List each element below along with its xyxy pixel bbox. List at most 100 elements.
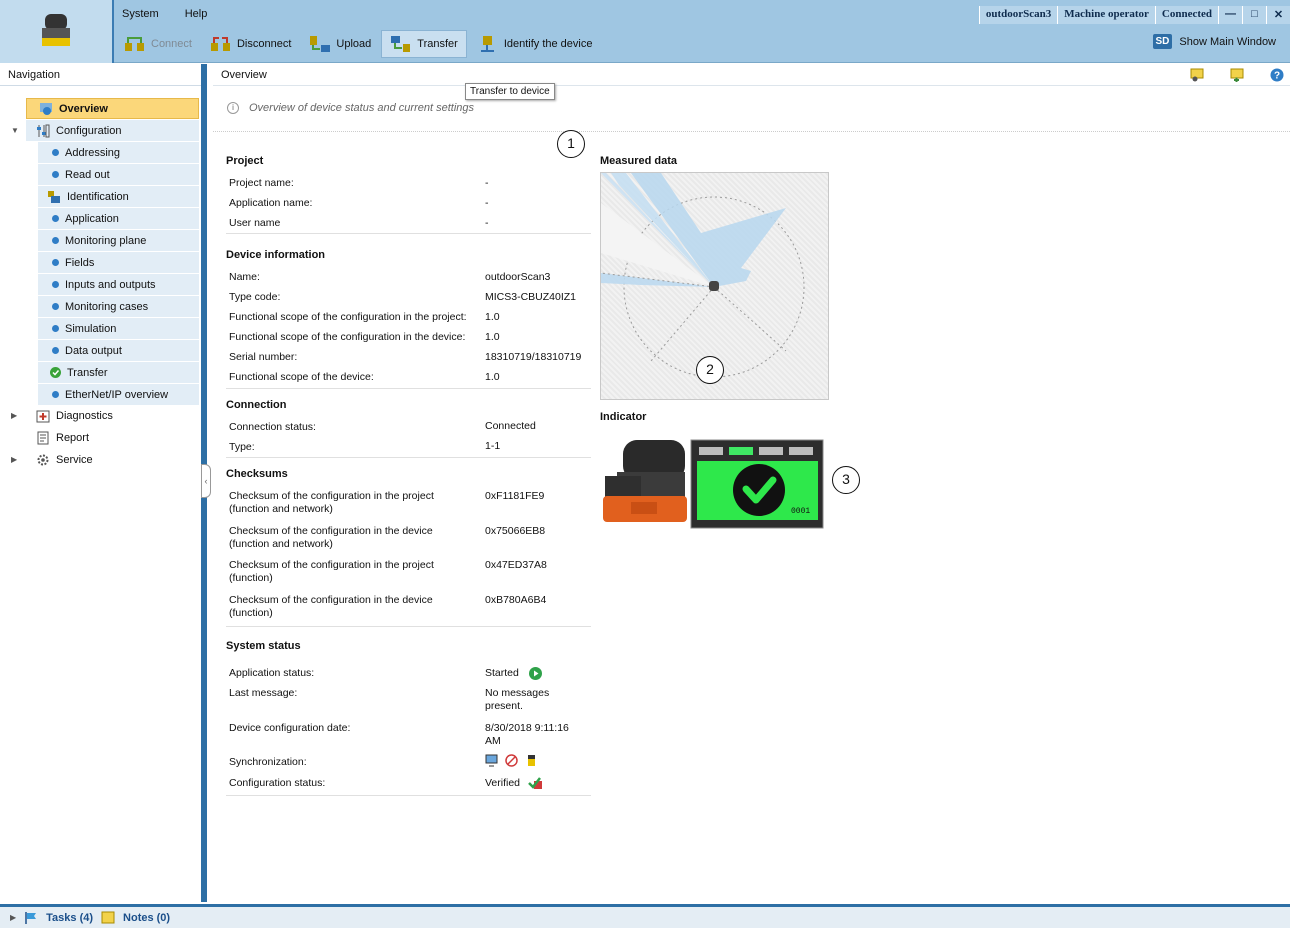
title-bar: System Help Connect Disconnect Upload Tr…	[0, 0, 1290, 63]
application-status-value-group: Started	[485, 667, 595, 680]
connect-button[interactable]: Connect	[116, 30, 200, 58]
nav-item-monitoring-cases[interactable]: Monitoring cases	[38, 296, 199, 317]
measured-data-heading: Measured data	[600, 155, 678, 167]
identify-icon	[480, 36, 494, 52]
disconnect-button[interactable]: Disconnect	[202, 30, 299, 58]
expand-bottom-icon[interactable]: ▶	[10, 913, 16, 922]
nav-label-ethernet-ip-overview: EtherNet/IP overview	[65, 388, 169, 401]
help-icon[interactable]: ?	[1270, 68, 1284, 82]
nav-item-application[interactable]: Application	[38, 208, 199, 229]
show-main-window-button[interactable]: SD Show Main Window	[1152, 34, 1276, 49]
nav-item-fields[interactable]: Fields	[38, 252, 199, 273]
project-name-label: Project name:	[229, 177, 294, 189]
show-main-window-label: Show Main Window	[1179, 35, 1276, 48]
synchronization-icons	[485, 754, 595, 767]
diagnostics-icon	[36, 410, 50, 422]
nav-label-inputs-and-outputs: Inputs and outputs	[65, 278, 156, 291]
computer-icon	[485, 754, 498, 767]
config-date-label: Device configuration date:	[229, 722, 351, 734]
nav-item-report[interactable]: Report	[26, 427, 199, 448]
last-message-value: No messages present.	[485, 687, 550, 712]
overview-icon	[40, 102, 52, 115]
device-name-value: outdoorScan3	[485, 271, 551, 283]
close-button[interactable]: ✕	[1266, 6, 1290, 24]
transfer-button[interactable]: Transfer	[381, 30, 467, 58]
identify-device-button[interactable]: Identify the device	[469, 30, 601, 58]
project-name-value: -	[485, 177, 489, 189]
nav-item-simulation[interactable]: Simulation	[38, 318, 199, 339]
checksum-project-fn-net-value: 0xF1181FE9	[485, 490, 545, 502]
configuration-status-label: Configuration status:	[229, 777, 326, 789]
step-dot-icon	[52, 171, 59, 178]
nav-label-identification: Identification	[67, 190, 129, 203]
info-icon: i	[227, 102, 239, 114]
nav-label-monitoring-cases: Monitoring cases	[65, 300, 149, 313]
serial-number-value: 18310719/18310719	[485, 351, 582, 363]
nav-item-configuration[interactable]: Configuration	[26, 120, 199, 141]
collapse-navigation-handle[interactable]: ‹	[201, 464, 211, 498]
device-name-label: Name:	[229, 271, 260, 283]
transfer-icon	[391, 36, 411, 52]
nav-label-overview: Overview	[59, 102, 108, 115]
nav-label-configuration: Configuration	[56, 124, 122, 137]
nav-item-data-output[interactable]: Data output	[38, 340, 199, 361]
configuration-status-value-group: Verified	[485, 776, 595, 790]
divider	[226, 795, 591, 796]
expand-diagnostics-icon[interactable]: ▶	[11, 411, 17, 420]
minimize-button[interactable]: —	[1218, 6, 1242, 24]
divider	[226, 626, 591, 627]
project-heading: Project	[226, 155, 264, 167]
nav-item-ethernet-ip-overview[interactable]: EtherNet/IP overview	[38, 384, 199, 405]
divider	[226, 233, 591, 234]
application-name-label: Application name:	[229, 197, 313, 209]
user-role-status[interactable]: Machine operator	[1057, 6, 1155, 24]
identify-label: Identify the device	[503, 38, 593, 50]
callout-2: 2	[696, 356, 724, 384]
tasks-link[interactable]: Tasks (4)	[46, 912, 93, 924]
identification-icon	[48, 190, 60, 203]
nav-item-service[interactable]: Service	[26, 449, 199, 470]
notes-link[interactable]: Notes (0)	[123, 912, 170, 924]
divider	[226, 388, 591, 389]
upload-button[interactable]: Upload	[301, 30, 379, 58]
connection-heading: Connection	[226, 399, 287, 411]
nav-item-monitoring-plane[interactable]: Monitoring plane	[38, 230, 199, 251]
nav-label-report: Report	[56, 431, 90, 444]
menu-system[interactable]: System	[116, 6, 165, 26]
expand-service-icon[interactable]: ▶	[11, 455, 17, 464]
nav-item-addressing[interactable]: Addressing	[38, 142, 199, 163]
nav-item-diagnostics[interactable]: Diagnostics	[26, 405, 199, 426]
toolbar: Connect Disconnect Upload Transfer Ident…	[116, 29, 602, 59]
transfer-label: Transfer	[417, 38, 458, 50]
connection-status: Connected	[1154, 6, 1218, 24]
nav-item-identification[interactable]: Identification	[38, 186, 199, 207]
verified-icon	[528, 777, 543, 789]
checksum-device-fn-label: Checksum of the configuration in the dev…	[229, 594, 433, 619]
page-subtitle: i Overview of device status and current …	[227, 102, 474, 114]
maximize-button[interactable]: □	[1242, 6, 1266, 24]
disconnect-icon	[210, 37, 230, 51]
upload-icon	[310, 36, 331, 52]
step-dot-icon	[52, 347, 59, 354]
nav-item-overview[interactable]: Overview	[26, 98, 199, 119]
expand-configuration-icon[interactable]: ▼	[11, 126, 19, 135]
add-note-icon[interactable]	[1230, 68, 1244, 82]
nav-label-application: Application	[65, 212, 119, 225]
app-logo	[0, 0, 114, 63]
no-sync-icon	[505, 754, 518, 767]
nav-item-inputs-and-outputs[interactable]: Inputs and outputs	[38, 274, 199, 295]
nav-label-read-out: Read out	[65, 168, 110, 181]
nav-label-fields: Fields	[65, 256, 95, 269]
device-name-status: outdoorScan3	[978, 6, 1058, 24]
play-icon[interactable]	[528, 667, 542, 680]
subtitle-text: Overview of device status and current se…	[249, 102, 474, 114]
last-message-label: Last message:	[229, 687, 298, 699]
nav-item-transfer[interactable]: Transfer	[38, 362, 199, 383]
system-status-heading: System status	[226, 640, 301, 652]
scope-project-value: 1.0	[485, 311, 500, 323]
connection-type-label: Type:	[229, 441, 255, 453]
note-view-icon[interactable]	[1190, 68, 1204, 82]
connection-status-value: Connected	[485, 420, 536, 432]
nav-item-read-out[interactable]: Read out	[38, 164, 199, 185]
menu-help[interactable]: Help	[179, 6, 214, 26]
